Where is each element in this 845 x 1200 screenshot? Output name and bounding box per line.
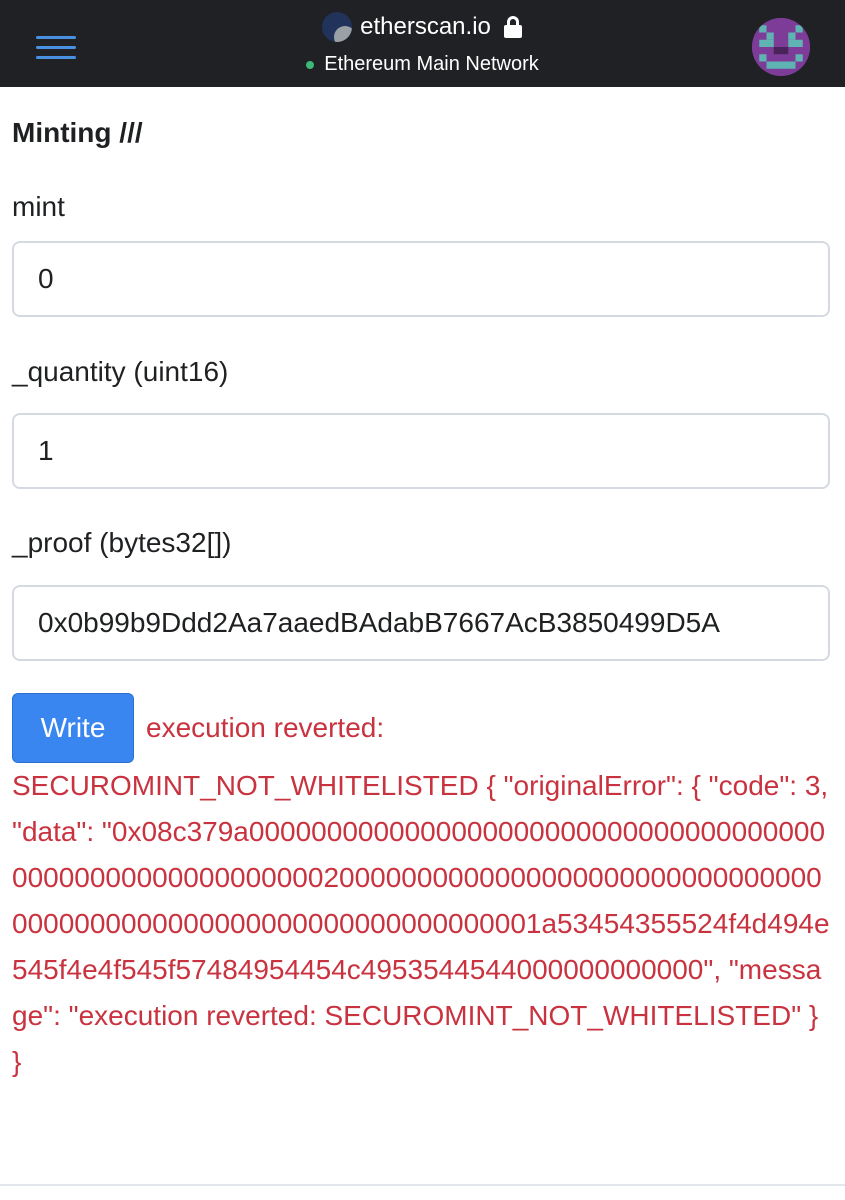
site-name: etherscan.io [360, 13, 491, 40]
quantity-input[interactable]: 1 [12, 413, 830, 489]
error-headline: execution reverted: [146, 712, 385, 743]
proof-input[interactable]: 0x0b99b9Ddd2Aa7aaedBAdabB7667AcB3850499D… [12, 585, 830, 661]
mint-label: mint [12, 191, 65, 222]
network-name: Ethereum Main Network [324, 53, 539, 75]
write-contract-panel: Minting /// mint 0 _quantity (uint16) 1 … [12, 87, 830, 1085]
avatar[interactable] [752, 18, 810, 76]
site-address[interactable]: etherscan.io [322, 10, 523, 44]
quantity-label: _quantity (uint16) [12, 356, 229, 387]
lock-icon [503, 16, 523, 38]
mint-input[interactable]: 0 [12, 241, 830, 317]
pixel-avatar-icon [752, 18, 810, 76]
write-button[interactable]: Write [12, 693, 134, 763]
network-indicator: Ethereum Main Network [306, 53, 539, 76]
browser-header: etherscan.io Ethereum Main Network [0, 0, 845, 87]
site-info: etherscan.io Ethereum Main Network [0, 10, 845, 76]
network-status-dot [306, 60, 315, 69]
proof-label: _proof (bytes32[]) [12, 527, 232, 558]
etherscan-logo-icon [322, 12, 353, 42]
section-title: Minting /// [12, 117, 143, 148]
error-message: SECUROMINT_NOT_WHITELISTED { "originalEr… [12, 770, 830, 1077]
divider [0, 1184, 845, 1186]
error-result: Write execution reverted: SECUROMINT_NOT… [12, 693, 830, 1085]
